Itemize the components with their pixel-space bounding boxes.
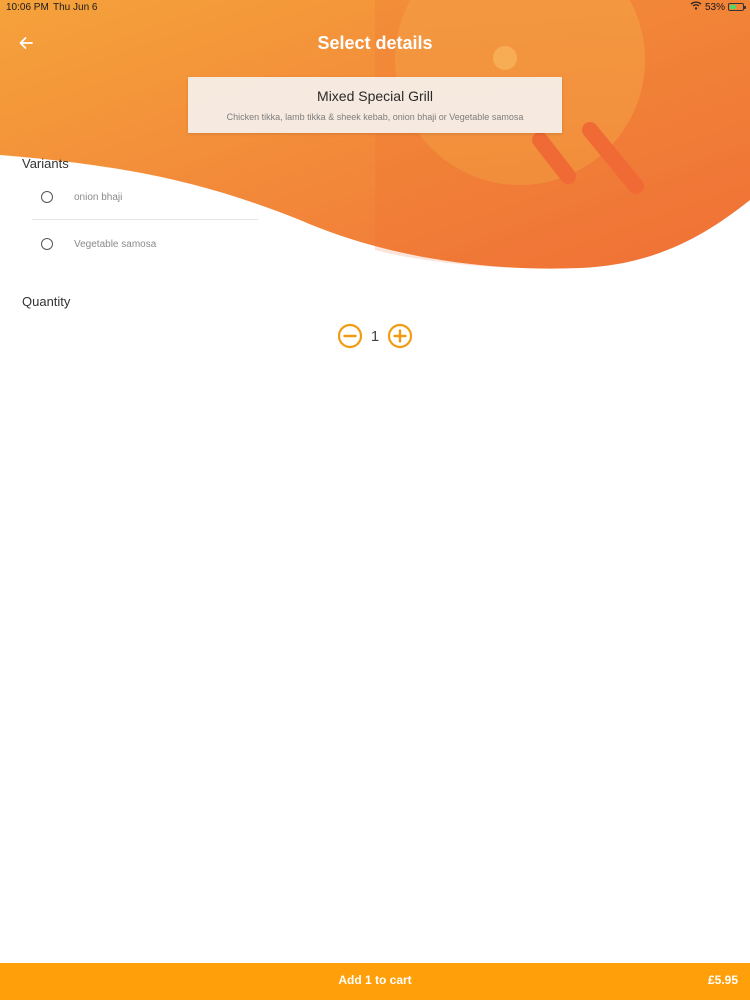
variant-label: onion bhaji [74, 191, 123, 203]
variant-option-vegetable-samosa[interactable]: Vegetable samosa [32, 222, 258, 266]
product-card: Mixed Special Grill Chicken tikka, lamb … [188, 77, 562, 133]
variant-option-onion-bhaji[interactable]: onion bhaji [32, 175, 258, 220]
battery-percent: 53% [704, 1, 725, 13]
wifi-icon [690, 1, 702, 13]
status-indicators: 53% [690, 1, 746, 13]
product-name: Mixed Special Grill [317, 88, 433, 104]
radio-unchecked-icon[interactable] [41, 191, 53, 203]
variant-label: Vegetable samosa [74, 238, 157, 250]
minus-circle-icon [337, 323, 363, 349]
quantity-heading: Quantity [22, 294, 71, 309]
battery-charging-icon [728, 3, 746, 11]
add-to-cart-label: Add 1 to cart [338, 973, 412, 987]
status-bar: 10:06 PM Thu Jun 6 53% [0, 0, 750, 16]
increase-quantity-button[interactable] [387, 323, 413, 349]
variants-heading: Variants [22, 156, 69, 171]
status-date: Thu Jun 6 [53, 2, 98, 13]
battery-tip [744, 6, 746, 9]
page-title: Select details [317, 33, 433, 53]
quantity-value: 1 [370, 327, 380, 345]
status-time: 10:06 PM [6, 2, 49, 13]
add-to-cart-button[interactable]: Add 1 to cart £5.95 [0, 963, 750, 1000]
battery-level [730, 5, 737, 9]
product-description: Chicken tikka, lamb tikka & sheek kebab,… [226, 112, 524, 122]
quantity-stepper: 1 [337, 323, 413, 349]
plus-circle-icon [387, 323, 413, 349]
cart-total-price: £5.95 [707, 973, 738, 987]
select-details-screen: 10:06 PM Thu Jun 6 53% Select details Mi… [0, 0, 750, 1000]
radio-unchecked-icon[interactable] [41, 238, 53, 250]
decrease-quantity-button[interactable] [337, 323, 363, 349]
